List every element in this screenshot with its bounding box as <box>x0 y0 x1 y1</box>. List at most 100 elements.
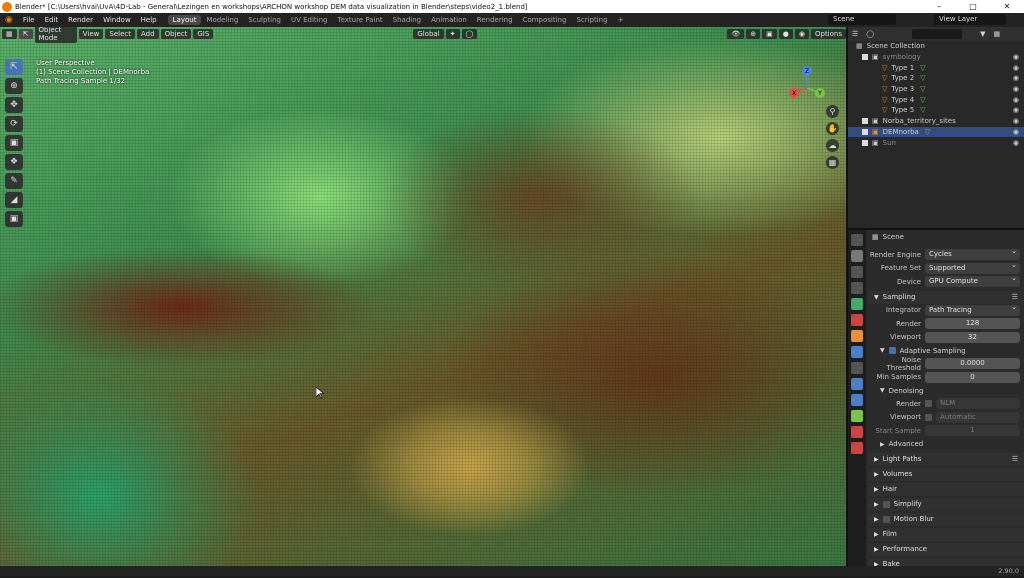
transform-orientation-dropdown[interactable]: Global <box>413 28 444 39</box>
panel-enable-checkbox[interactable] <box>882 515 890 523</box>
gizmo-toggle-icon[interactable]: ⊕ <box>746 28 761 39</box>
tab-sculpting[interactable]: Sculpting <box>243 15 286 25</box>
visibility-icon[interactable]: 👁 <box>727 28 745 39</box>
material-tab-icon[interactable] <box>851 426 863 438</box>
tab-modeling[interactable]: Modeling <box>201 15 243 25</box>
select-box-tool-icon[interactable]: ⇱ <box>5 59 23 75</box>
start-sample-field[interactable]: 1 <box>925 425 1020 437</box>
tab-uv-editing[interactable]: UV Editing <box>286 15 333 25</box>
panel-header-performance[interactable]: ▶ Performance <box>868 542 1024 556</box>
panel-header-film[interactable]: ▶ Film <box>868 527 1024 541</box>
viewport-options-button[interactable]: Options <box>810 28 846 39</box>
tab-texture-paint[interactable]: Texture Paint <box>333 15 388 25</box>
denoise-viewport-dropdown[interactable]: Automatic <box>936 411 1020 423</box>
exclude-checkbox[interactable] <box>862 128 868 135</box>
denoise-render-checkbox[interactable] <box>925 400 932 408</box>
cursor-tool-icon[interactable]: ⊕ <box>5 78 23 94</box>
tab-rendering[interactable]: Rendering <box>472 15 518 25</box>
tab-compositing[interactable]: Compositing <box>518 15 572 25</box>
visibility-eye-icon[interactable]: ◉ <box>1013 74 1019 82</box>
camera-view-icon[interactable]: ☁ <box>826 139 839 152</box>
viewport-menu-object[interactable]: Object <box>160 28 192 39</box>
menu-file[interactable]: File <box>18 16 40 24</box>
visibility-eye-icon[interactable]: ◉ <box>1013 139 1019 147</box>
grid-view-icon[interactable]: ▦ <box>826 156 839 169</box>
visibility-eye-icon[interactable]: ◉ <box>1013 128 1019 136</box>
menu-help[interactable]: Help <box>136 16 162 24</box>
panel-header-hair[interactable]: ▶ Hair <box>868 482 1024 496</box>
outliner-item[interactable]: ▣ symbology ◉ <box>848 52 1024 63</box>
visibility-eye-icon[interactable]: ◉ <box>1013 106 1019 114</box>
viewport-menu-view[interactable]: View <box>78 28 104 39</box>
outliner-item-scene-collection[interactable]: ▦ Scene Collection <box>848 41 1024 52</box>
exclude-checkbox[interactable] <box>862 54 868 61</box>
feature-set-dropdown[interactable]: Supported <box>925 260 1020 274</box>
particles-tab-icon[interactable] <box>851 362 863 374</box>
outliner-item[interactable]: ▽ Type 1 ▽ ◉ <box>848 62 1024 73</box>
render-tab-icon[interactable] <box>851 250 863 262</box>
visibility-eye-icon[interactable]: ◉ <box>1013 64 1019 72</box>
shading-rendered-icon[interactable]: ◉ <box>794 28 809 39</box>
scale-tool-icon[interactable]: ▣ <box>5 135 23 151</box>
device-dropdown[interactable]: GPU Compute <box>925 273 1020 288</box>
modifier-tab-icon[interactable] <box>851 346 863 358</box>
panel-header-simplify[interactable]: ▶ Simplify <box>868 497 1024 511</box>
scene-tab-icon[interactable] <box>851 298 863 310</box>
menu-render[interactable]: Render <box>63 16 98 24</box>
xray-icon[interactable]: ▣ <box>762 28 777 39</box>
minimize-button[interactable]: – <box>922 0 956 13</box>
proportional-edit-icon[interactable]: ◯ <box>461 28 478 39</box>
pan-hand-icon[interactable]: ✋ <box>826 122 839 135</box>
move-tool-icon[interactable]: ✥ <box>5 97 23 113</box>
object-tab-icon[interactable] <box>851 330 863 342</box>
tab-animation[interactable]: Animation <box>426 15 472 25</box>
noise-threshold-field[interactable]: 0.0000 <box>925 358 1020 370</box>
navigation-gizmo[interactable]: X Y Z <box>782 63 832 113</box>
visibility-eye-icon[interactable]: ◉ <box>1013 117 1019 125</box>
outliner-search-input[interactable] <box>912 29 963 39</box>
maximize-button[interactable]: □ <box>956 0 990 13</box>
tab-scripting[interactable]: Scripting <box>571 15 612 25</box>
scene-selector[interactable]: Scene <box>828 14 896 25</box>
outliner-item[interactable]: ▽ Type 3 ▽ ◉ <box>848 84 1024 95</box>
min-samples-field[interactable]: 0 <box>925 371 1020 383</box>
shading-solid-icon[interactable]: ● <box>778 28 793 39</box>
panel-header-volumes[interactable]: ▶ Volumes <box>868 467 1024 481</box>
outliner-item[interactable]: ▽ Type 5 ▽ ◉ <box>848 105 1024 116</box>
exclude-checkbox[interactable] <box>862 139 868 146</box>
panel-enable-checkbox[interactable] <box>882 500 890 508</box>
zoom-icon[interactable]: ⚲ <box>826 105 839 118</box>
transform-tool-icon[interactable]: ❖ <box>5 154 23 170</box>
advanced-subpanel-header[interactable]: ▶ Advanced <box>868 438 1024 451</box>
annotate-tool-icon[interactable]: ✎ <box>5 173 23 189</box>
view-layer-selector[interactable]: View Layer <box>934 14 1006 25</box>
denoising-header[interactable]: ▼ Denoising <box>868 384 1024 397</box>
snap-icon[interactable]: ✦ <box>445 28 460 39</box>
viewport-menu-add[interactable]: Add <box>137 28 159 39</box>
object-mode-dropdown[interactable]: Object Mode <box>34 27 77 43</box>
render-engine-dropdown[interactable]: Cycles <box>925 246 1020 261</box>
exclude-checkbox[interactable] <box>862 118 868 125</box>
list-menu-icon[interactable]: ☰ <box>1012 455 1018 463</box>
panel-header-motion-blur[interactable]: ▶ Motion Blur <box>868 512 1024 526</box>
physics-tab-icon[interactable] <box>851 378 863 390</box>
viewport-samples-field[interactable]: 32 <box>925 331 1020 343</box>
select-mode-button[interactable]: ⇱ <box>18 28 33 39</box>
new-collection-icon[interactable]: ▦ <box>994 30 1001 38</box>
outliner-item[interactable]: ▣ Sun ◉ <box>848 137 1024 148</box>
world-tab-icon[interactable] <box>851 314 863 326</box>
add-workspace-button[interactable]: + <box>613 15 629 25</box>
outliner-item[interactable]: ▣ DEMnorba ▽ ◉ <box>848 126 1024 138</box>
data-tab-icon[interactable] <box>851 410 863 422</box>
output-tab-icon[interactable] <box>851 266 863 278</box>
denoise-viewport-checkbox[interactable] <box>925 413 932 421</box>
3d-viewport[interactable]: ▦ ⇱ Object Mode View Select Add Object G… <box>0 27 846 576</box>
blender-menu-icon[interactable]: ◉ <box>0 15 18 25</box>
adaptive-sampling-checkbox[interactable] <box>888 347 896 354</box>
texture-tab-icon[interactable] <box>851 442 863 454</box>
integrator-dropdown[interactable]: Path Tracing <box>925 302 1020 316</box>
filter-funnel-icon[interactable]: ▼ <box>980 30 985 38</box>
render-samples-field[interactable]: 128 <box>925 318 1020 330</box>
menu-edit[interactable]: Edit <box>40 16 64 24</box>
measure-tool-icon[interactable]: ◢ <box>5 192 23 208</box>
